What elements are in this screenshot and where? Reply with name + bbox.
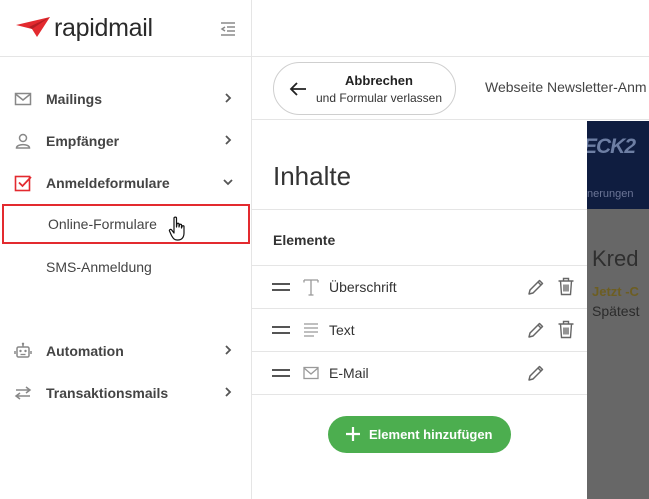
drag-handle-icon[interactable]	[272, 324, 290, 336]
add-element-label: Element hinzufügen	[369, 427, 493, 442]
collapse-sidebar-icon[interactable]	[219, 20, 237, 38]
pencil-edit-icon[interactable]	[527, 321, 545, 339]
sidebar-subitem-online-formulare[interactable]: Online-Formulare	[2, 204, 250, 244]
sidebar-item-label: Empfänger	[46, 133, 120, 149]
drag-handle-icon[interactable]	[272, 367, 290, 379]
chevron-right-icon	[225, 387, 232, 397]
form-name: Webseite Newsletter-Anm	[485, 79, 647, 95]
preview-heading: Kred	[592, 246, 639, 271]
mail-icon	[14, 92, 32, 106]
pencil-edit-icon[interactable]	[527, 364, 545, 382]
sidebar-subitem-label: Online-Formulare	[48, 216, 157, 232]
add-element-button[interactable]: Element hinzufügen	[328, 416, 511, 453]
sidebar-item-anmeldeformulare[interactable]: Anmeldeformulare	[0, 162, 251, 204]
sidebar-item-empfaenger[interactable]: Empfänger	[0, 120, 251, 162]
top-header-strip	[252, 0, 649, 57]
element-label: Text	[329, 322, 355, 338]
arrow-left-icon	[289, 82, 306, 96]
robot-icon	[14, 342, 32, 358]
preview-highlight: Jetzt -C	[592, 284, 639, 299]
envelope-icon	[303, 366, 319, 380]
elements-heading: Elemente	[273, 232, 336, 248]
element-label: E-Mail	[329, 365, 369, 381]
text-type-icon	[303, 279, 319, 296]
chevron-right-icon	[225, 345, 232, 355]
app-logo-text: rapidmail	[54, 14, 153, 42]
preview-body: Kred Jetzt -C Spätest	[587, 209, 649, 499]
cancel-and-leave-button[interactable]: Abbrechen und Formular verlassen	[273, 62, 456, 115]
element-row-text[interactable]: Text	[252, 309, 587, 352]
element-row-ueberschrift[interactable]: Überschrift	[252, 266, 587, 309]
sidebar-subitem-sms-anmeldung[interactable]: SMS-Anmeldung	[0, 247, 251, 287]
sidebar-item-label: Anmeldeformulare	[46, 175, 170, 191]
sidebar-item-label: Automation	[46, 343, 124, 359]
form-preview: ECK2 nerungen Kred Jetzt -C Spätest	[587, 121, 649, 499]
chevron-down-icon	[223, 179, 233, 186]
element-label: Überschrift	[329, 279, 397, 295]
panel-title: Inhalte	[273, 161, 352, 191]
plus-icon	[346, 427, 360, 441]
editor-toolbar: Abbrechen und Formular verlassen Webseit…	[252, 57, 649, 120]
content-panel: Inhalte Elemente Überschrift Text E-Mail…	[252, 121, 587, 499]
cancel-button-title: Abbrechen	[345, 73, 413, 88]
preview-banner: ECK2 nerungen	[587, 121, 649, 209]
preview-text: Spätest	[592, 303, 640, 319]
sidebar: rapidmail Mailings Empfänger Anmeldeform…	[0, 0, 252, 499]
divider	[252, 209, 587, 210]
sidebar-item-mailings[interactable]: Mailings	[0, 78, 251, 120]
sidebar-subitem-label: SMS-Anmeldung	[46, 259, 152, 275]
checkbox-icon	[14, 175, 32, 192]
paragraph-lines-icon	[304, 323, 318, 337]
chevron-right-icon	[225, 135, 232, 145]
drag-handle-icon[interactable]	[272, 281, 290, 293]
cancel-button-subtitle: und Formular verlassen	[315, 91, 443, 105]
sidebar-item-transaktionsmails[interactable]: Transaktionsmails	[0, 372, 251, 414]
chevron-right-icon	[225, 93, 232, 103]
hand-pointer-cursor-icon	[168, 216, 185, 241]
pencil-edit-icon[interactable]	[527, 278, 545, 296]
user-icon	[15, 133, 31, 149]
preview-nav-text: nerungen	[587, 188, 634, 200]
transfer-arrows-icon	[14, 386, 32, 400]
sidebar-item-label: Transaktionsmails	[46, 385, 169, 401]
sidebar-item-label: Mailings	[46, 91, 103, 107]
paper-plane-logo-icon	[16, 17, 50, 37]
brand-header: rapidmail	[0, 0, 251, 57]
trash-icon[interactable]	[557, 320, 575, 339]
preview-brand-text: ECK2	[587, 135, 636, 158]
trash-icon[interactable]	[557, 277, 575, 296]
sidebar-item-automation[interactable]: Automation	[0, 330, 251, 372]
element-row-email[interactable]: E-Mail	[252, 352, 587, 395]
